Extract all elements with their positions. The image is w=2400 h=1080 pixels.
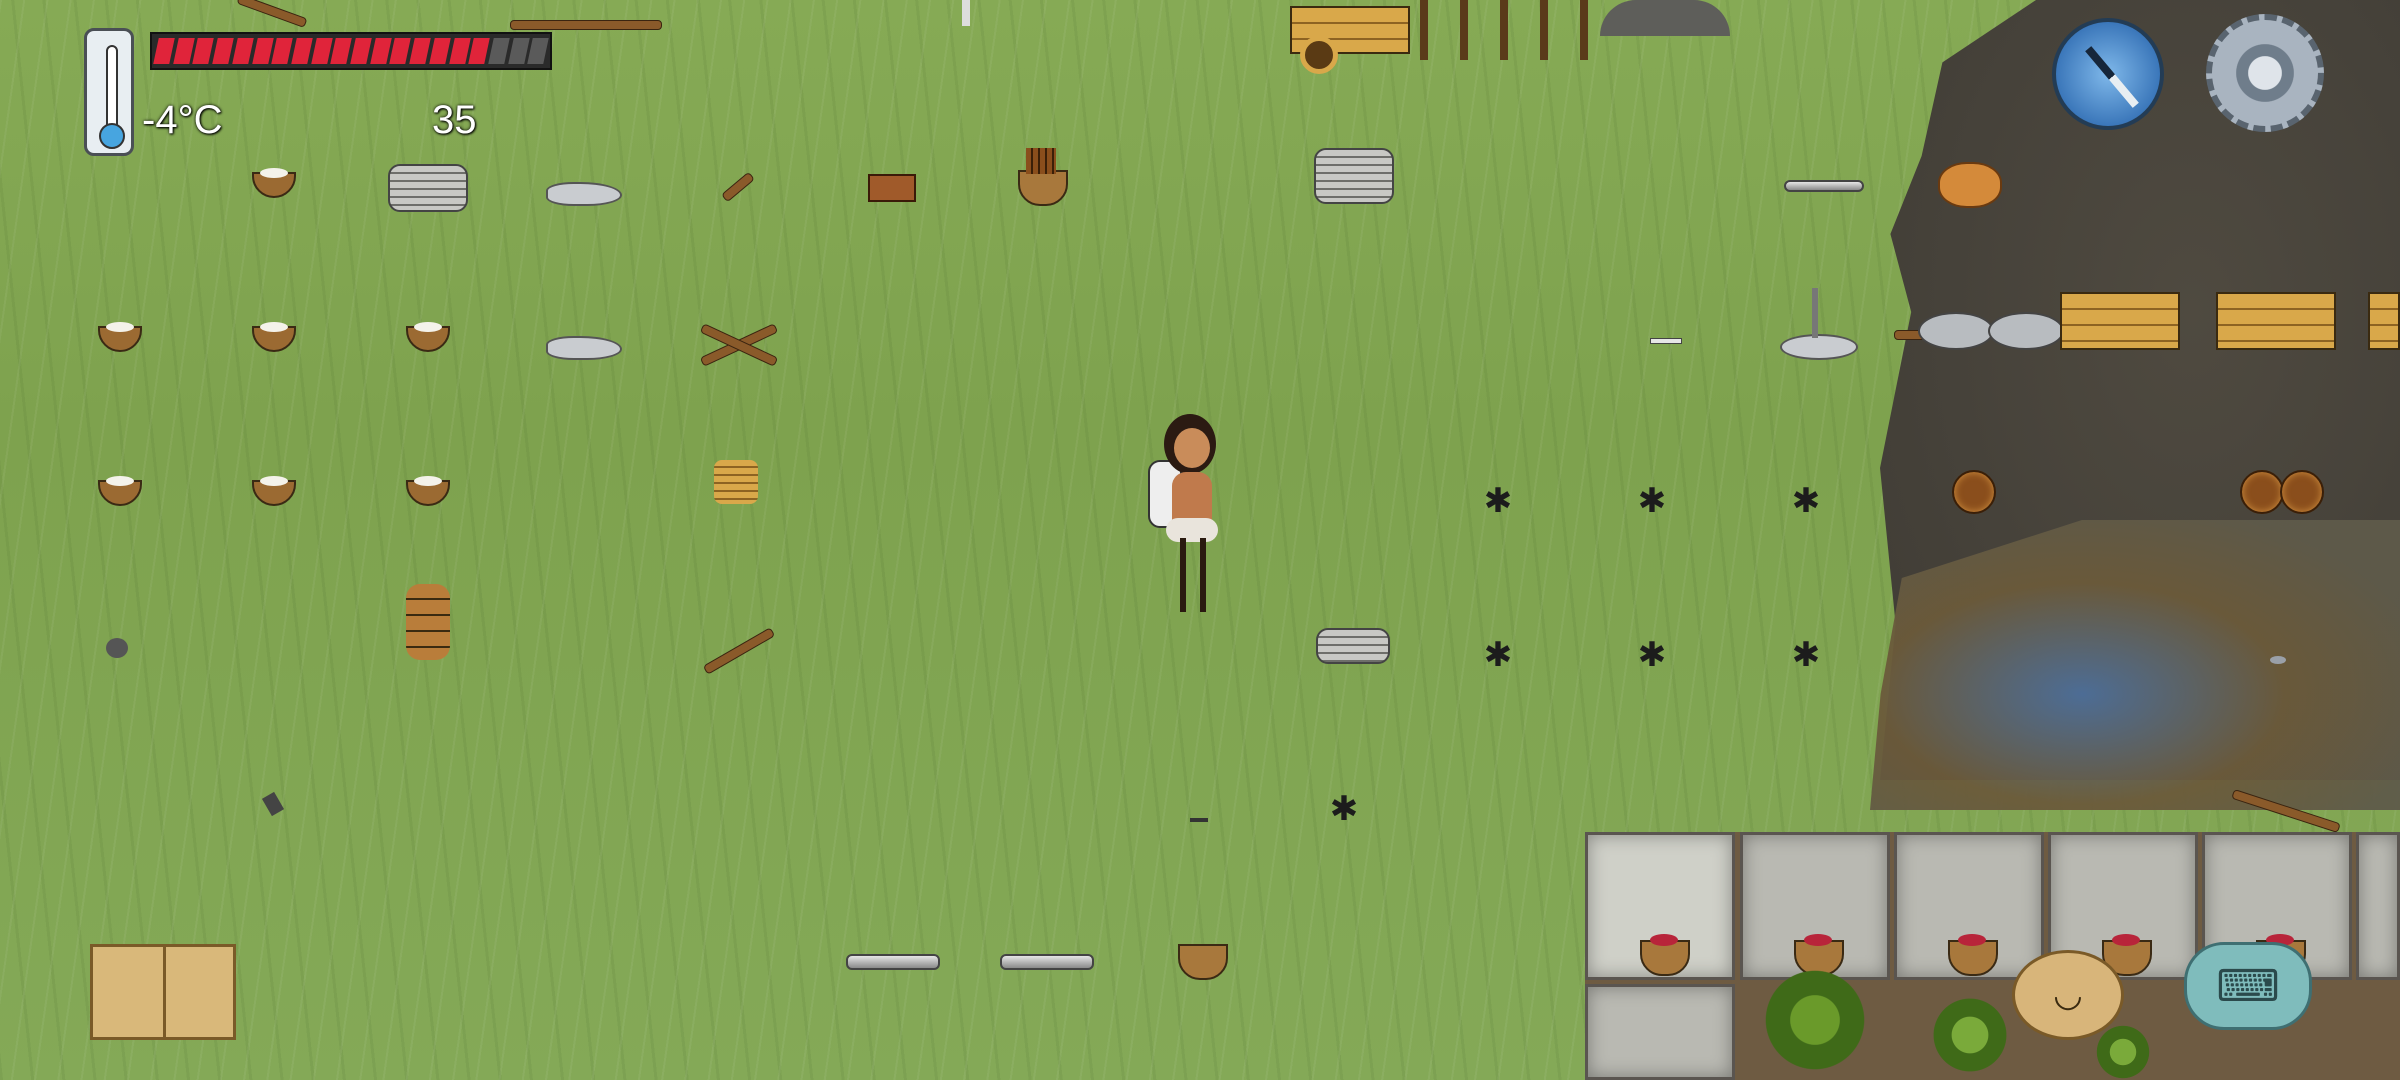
- food-meter: [150, 32, 552, 70]
- character-loincloth: [1166, 518, 1218, 542]
- food-pip: [251, 38, 273, 64]
- character-leg: [1200, 538, 1206, 612]
- hammer[interactable]: [720, 171, 756, 203]
- compass-needle: [2085, 46, 2139, 108]
- rock-pile[interactable]: [1600, 0, 1730, 36]
- sharp-stone[interactable]: [261, 791, 285, 817]
- food-pip: [271, 38, 293, 64]
- bowl-of-flour[interactable]: [252, 322, 296, 352]
- food-pip: [507, 38, 530, 64]
- wooden-crate-with-tools[interactable]: [2216, 292, 2336, 350]
- bowl-of-flour[interactable]: [406, 322, 450, 352]
- book-icon[interactable]: [90, 944, 236, 1040]
- dry-plant[interactable]: ✱: [1624, 638, 1680, 672]
- kindling-basket[interactable]: [1018, 170, 1068, 206]
- cart-wheel: [1300, 36, 1338, 74]
- keyboard-glyph: ⌨: [2216, 961, 2280, 1011]
- wooden-crate[interactable]: [2060, 292, 2180, 350]
- wooden-crate[interactable]: [2368, 292, 2400, 350]
- dry-plant[interactable]: ✱: [1470, 638, 1526, 672]
- food-pip: [468, 38, 490, 64]
- small-stick[interactable]: [1190, 818, 1208, 822]
- bowl-of-flour[interactable]: [98, 322, 142, 352]
- player-character[interactable]: [1148, 410, 1230, 620]
- keyboard-icon[interactable]: ⌨: [2184, 942, 2312, 1030]
- flat-stone-pile[interactable]: [1316, 628, 1390, 664]
- food-pip: [409, 38, 431, 64]
- basket-of-bones[interactable]: [1178, 944, 1228, 980]
- food-pip: [310, 38, 333, 64]
- branch[interactable]: [236, 0, 308, 29]
- bowl-of-flour[interactable]: [252, 168, 296, 198]
- sapling[interactable]: [1930, 990, 2010, 1080]
- flat-stone-stack[interactable]: [1314, 148, 1394, 204]
- mud-ground: [1870, 520, 2400, 810]
- clay-lump[interactable]: [1938, 162, 2002, 208]
- floor-tile[interactable]: [2356, 832, 2400, 980]
- seed-pile[interactable]: [1952, 470, 1996, 514]
- character-face: [1174, 428, 1210, 468]
- bowl-of-flour[interactable]: [406, 476, 450, 506]
- dry-plant[interactable]: ✱: [1778, 638, 1834, 672]
- thermometer-tube: [106, 45, 118, 131]
- dry-plant[interactable]: ✱: [1778, 484, 1834, 518]
- emote-face: ◡: [2053, 976, 2083, 1014]
- pebble[interactable]: [2270, 656, 2286, 664]
- flint-chip[interactable]: [546, 336, 622, 360]
- item-count: 35: [432, 98, 477, 142]
- food-pip: [291, 38, 313, 64]
- steel-rod[interactable]: [1784, 180, 1864, 192]
- game-world[interactable]: ✱ ✱ ✱ ✱ ✱ ✱ ✱: [0, 0, 2400, 1080]
- food-pip: [350, 38, 372, 64]
- dry-plant[interactable]: ✱: [1470, 484, 1526, 518]
- round-stone[interactable]: [106, 638, 128, 658]
- food-pip: [232, 38, 254, 64]
- bowl-of-flour[interactable]: [252, 476, 296, 506]
- grinding-stone[interactable]: [1780, 334, 1858, 360]
- kindling: [1026, 148, 1056, 174]
- compass-icon[interactable]: [2052, 18, 2164, 130]
- plate-stack[interactable]: [714, 460, 758, 504]
- food-pip: [153, 38, 175, 64]
- dry-plant[interactable]: ✱: [1316, 792, 1372, 826]
- character-leg: [1180, 538, 1186, 612]
- food-pip: [212, 38, 234, 64]
- food-pip: [527, 38, 549, 64]
- dry-plant[interactable]: ✱: [1624, 484, 1680, 518]
- food-pip: [488, 38, 510, 64]
- flat-stone-stack[interactable]: [388, 164, 468, 212]
- emote-face-icon[interactable]: ◡: [2012, 950, 2124, 1040]
- wooden-frame[interactable]: [1420, 0, 1590, 60]
- thermometer-bulb: [99, 123, 125, 149]
- food-pip: [330, 38, 352, 64]
- millstone[interactable]: [1918, 312, 1994, 350]
- food-pip: [448, 38, 471, 64]
- seed-pile[interactable]: [2280, 470, 2324, 514]
- stake[interactable]: [962, 0, 970, 26]
- temperature-readout: -4°C: [142, 98, 223, 142]
- gear-icon[interactable]: [2206, 14, 2324, 132]
- stone-axe[interactable]: [702, 627, 776, 675]
- food-pip: [369, 38, 392, 64]
- thermometer-icon: [84, 28, 134, 156]
- spindle: [1812, 288, 1818, 338]
- long-shaft[interactable]: [510, 20, 662, 30]
- seed-pile[interactable]: [2240, 470, 2284, 514]
- steel-rod[interactable]: [846, 954, 940, 970]
- food-pip: [172, 38, 195, 64]
- brick[interactable]: [868, 174, 916, 202]
- berry-bush[interactable]: [1760, 960, 1870, 1080]
- floor-tile[interactable]: [1585, 984, 1735, 1080]
- food-pip: [389, 38, 411, 64]
- flint-chip[interactable]: [546, 182, 622, 206]
- needle[interactable]: [1650, 338, 1682, 344]
- bowl-of-flour[interactable]: [98, 476, 142, 506]
- food-pip: [192, 38, 214, 64]
- steel-rod[interactable]: [1000, 954, 1094, 970]
- sapling[interactable]: [2090, 1024, 2156, 1080]
- food-pip: [429, 38, 451, 64]
- millstone[interactable]: [1988, 312, 2064, 350]
- bowl-stack[interactable]: [406, 584, 450, 660]
